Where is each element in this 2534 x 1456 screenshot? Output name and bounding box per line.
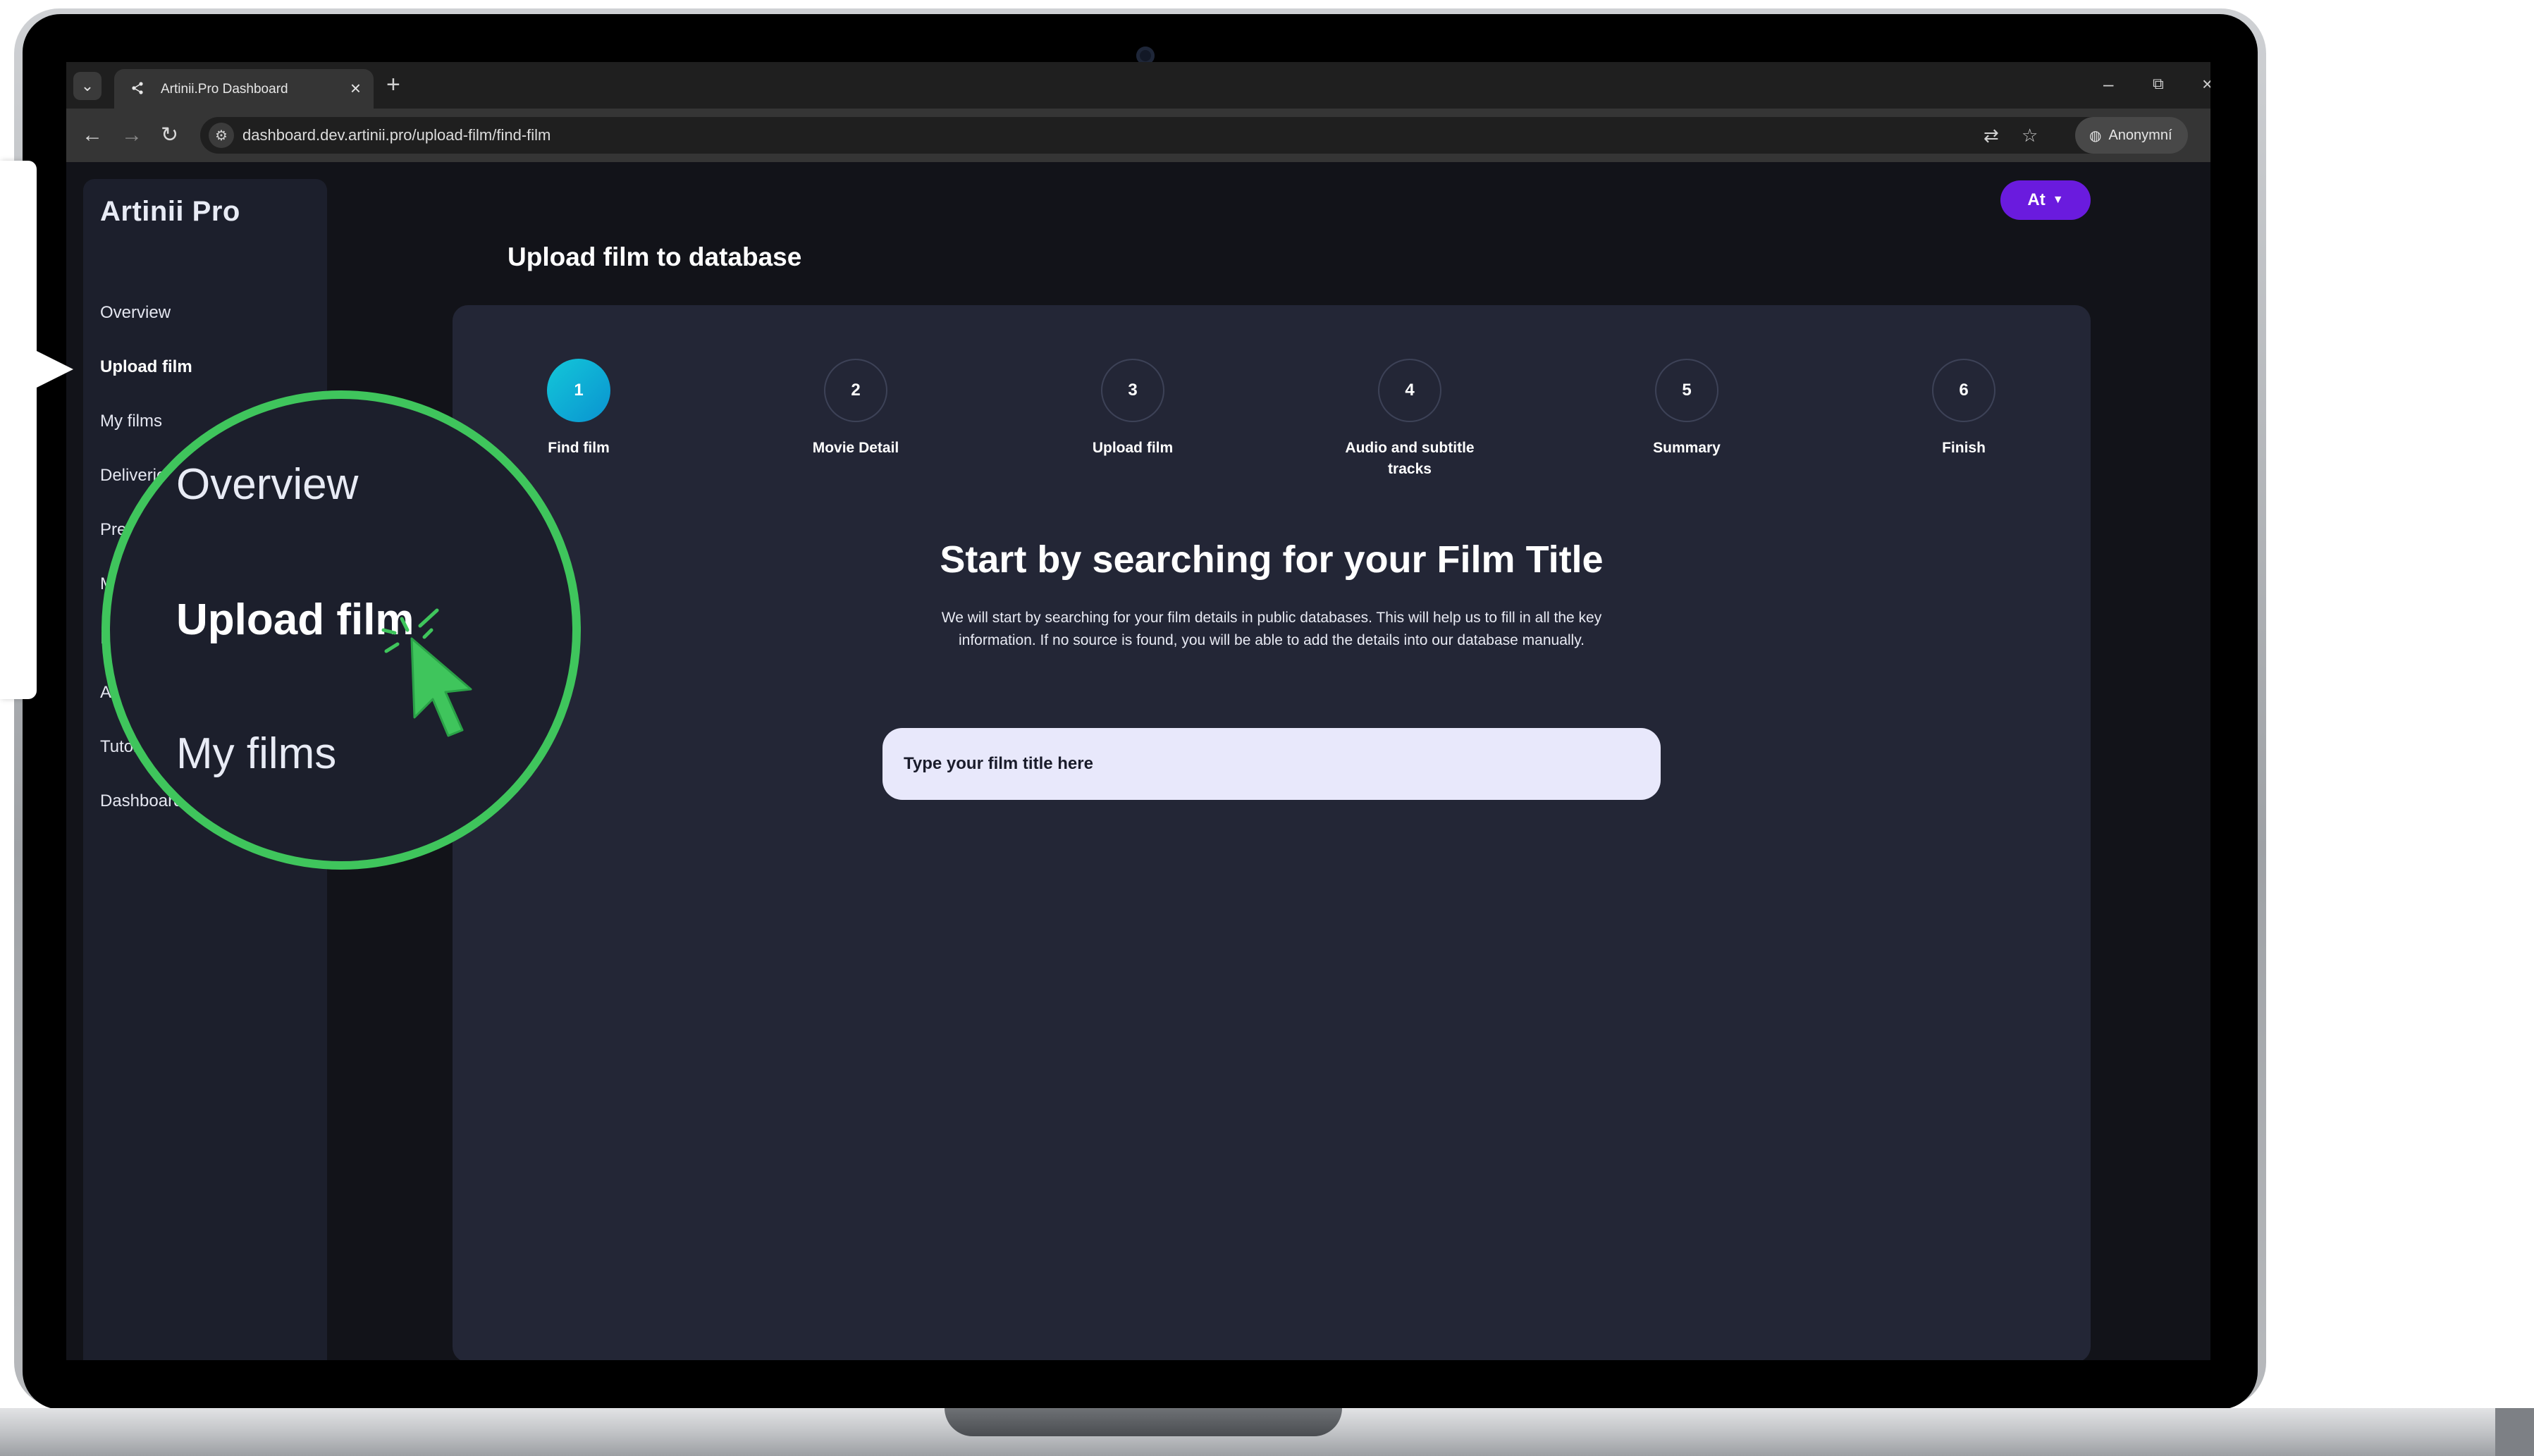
close-icon[interactable]: ×	[350, 78, 361, 99]
logo[interactable]: Artinii Pro	[100, 196, 240, 228]
step-label: Movie Detail	[812, 440, 899, 456]
translate-icon[interactable]: ⇄	[1983, 124, 1999, 147]
address-bar: ← → ↻ ⚙ dashboard.dev.artinii.pro/upload…	[66, 109, 2210, 162]
browser-tab[interactable]: Artinii.Pro Dashboard ×	[114, 69, 374, 109]
step-number: 3	[1101, 359, 1164, 422]
omnibox[interactable]: ⚙ dashboard.dev.artinii.pro/upload-film/…	[200, 117, 2117, 154]
step-label: Summary	[1653, 440, 1721, 456]
step-1[interactable]: 1 Find film	[487, 359, 670, 459]
reload-icon[interactable]: ↻	[161, 123, 178, 148]
step-4[interactable]: 4 Audio and subtitle tracks	[1318, 359, 1501, 480]
step-5[interactable]: 5 Summary	[1595, 359, 1778, 459]
incognito-icon: ◍	[2089, 128, 2102, 144]
step-6[interactable]: 6 Finish	[1872, 359, 2055, 459]
star-icon[interactable]: ☆	[2022, 124, 2038, 147]
laptop-notch	[945, 1408, 1342, 1436]
profile-button[interactable]: ◍ Anonymní	[2075, 117, 2188, 154]
step-number: 5	[1655, 359, 1718, 422]
magnified-my-films: My films	[176, 729, 337, 778]
plus-icon[interactable]: +	[386, 70, 400, 99]
url-text[interactable]: dashboard.dev.artinii.pro/upload-film/fi…	[242, 126, 551, 144]
cursor-icon	[381, 608, 472, 737]
forward-icon[interactable]: →	[121, 123, 142, 148]
profile-label: Anonymní	[2108, 127, 2172, 143]
callout-arrow	[37, 351, 73, 388]
site-info-icon[interactable]: ⚙	[209, 123, 234, 148]
laptop-base-edge	[2495, 1408, 2534, 1456]
magnified-overview: Overview	[176, 460, 359, 509]
film-title-search-input[interactable]	[882, 728, 1661, 800]
step-3[interactable]: 3 Upload film	[1041, 359, 1224, 459]
sidebar-item-upload-film[interactable]: Upload film	[100, 357, 192, 377]
step-number: 2	[824, 359, 887, 422]
tab-title: Artinii.Pro Dashboard	[161, 82, 288, 97]
sidebar-item-overview[interactable]: Overview	[100, 303, 171, 323]
page-title: Upload film to database	[508, 242, 802, 271]
user-initials: At	[2027, 190, 2046, 209]
step-number: 6	[1932, 359, 1995, 422]
back-icon[interactable]: ←	[82, 123, 103, 148]
step-number: 1	[547, 359, 610, 422]
step-label: Find film	[548, 440, 610, 456]
callout-panel	[0, 161, 37, 699]
hero-title: Start by searching for your Film Title	[940, 538, 1604, 581]
step-number: 4	[1378, 359, 1441, 422]
magnifier-overlay: Overview Upload film My films	[102, 390, 581, 870]
minimize-icon[interactable]: –	[2103, 72, 2113, 96]
step-label: Finish	[1942, 440, 1986, 456]
user-menu-button[interactable]: At ▼	[2000, 180, 2091, 220]
hero-description: We will start by searching for your film…	[941, 610, 1602, 648]
browser-tab-bar: ⌄ Artinii.Pro Dashboard × + – ⧉ ×	[66, 62, 2210, 109]
caret-down-icon: ▼	[2052, 194, 2064, 206]
tab-search-icon[interactable]: ⌄	[73, 72, 102, 100]
step-label: Upload film	[1092, 440, 1174, 456]
step-label: Audio and subtitle tracks	[1345, 440, 1475, 477]
close-window-icon[interactable]: ×	[2202, 72, 2210, 96]
sidebar-item-my-films[interactable]: My films	[100, 412, 162, 431]
restore-icon[interactable]: ⧉	[2153, 72, 2164, 96]
upload-panel: 1 Find film 2 Movie Detail 3 Upload film…	[453, 305, 2091, 1360]
share-icon	[132, 82, 143, 94]
step-2[interactable]: 2 Movie Detail	[764, 359, 947, 459]
